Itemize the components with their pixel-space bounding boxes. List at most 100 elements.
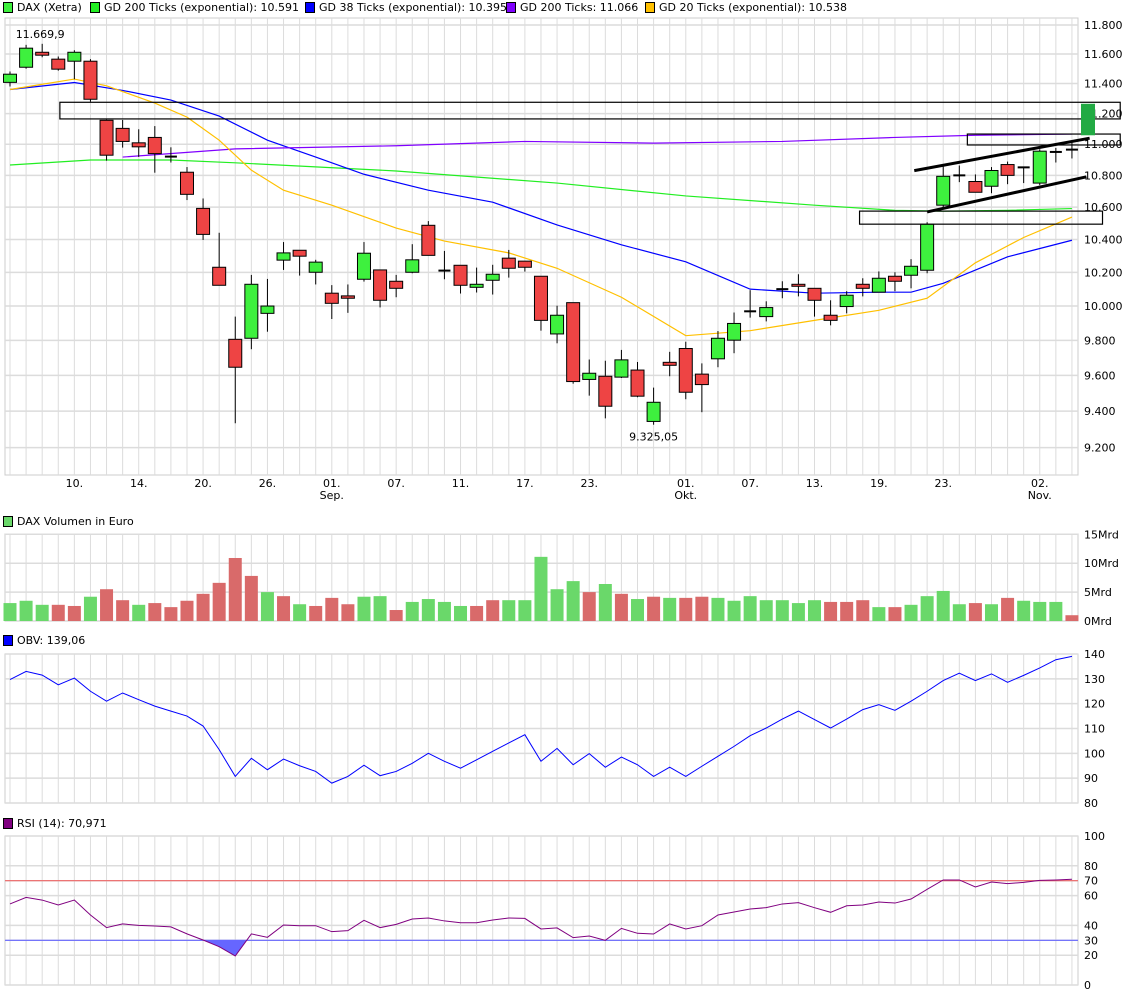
volume-bar bbox=[1033, 601, 1047, 621]
candle-body bbox=[936, 175, 951, 206]
date-axis-label: 20. bbox=[194, 477, 212, 490]
volume-bar bbox=[1065, 615, 1079, 621]
obv-axis-label: 130 bbox=[1084, 673, 1105, 686]
volume-bar bbox=[808, 600, 821, 621]
volume-bar bbox=[421, 599, 435, 621]
candle-body bbox=[35, 51, 50, 56]
candle-body bbox=[340, 295, 355, 299]
month-axis-label: Okt. bbox=[674, 489, 697, 502]
price-axis-label: 11.400 bbox=[1084, 78, 1123, 91]
candle-body bbox=[791, 283, 806, 287]
candle-body bbox=[67, 51, 82, 62]
date-axis-label: 23. bbox=[580, 477, 598, 490]
candle-body bbox=[582, 372, 597, 380]
candle bbox=[244, 274, 259, 350]
volume-bar bbox=[598, 584, 612, 621]
candle-body bbox=[694, 373, 709, 386]
candle bbox=[99, 119, 114, 161]
candle bbox=[19, 44, 34, 69]
obv-axis-label: 140 bbox=[1084, 648, 1105, 661]
price-axis-label: 11.800 bbox=[1084, 19, 1123, 32]
rsi-axis-label: 30 bbox=[1084, 934, 1098, 947]
volume-bar bbox=[51, 604, 65, 621]
volume-bar bbox=[244, 575, 258, 621]
volume-bar bbox=[631, 599, 645, 621]
candle-body bbox=[469, 283, 484, 288]
candle bbox=[83, 59, 98, 102]
volume-bar bbox=[534, 556, 548, 621]
volume-bar bbox=[759, 600, 773, 621]
candle-body bbox=[904, 265, 919, 276]
candle bbox=[678, 341, 693, 400]
volume-bar bbox=[727, 600, 741, 621]
volume-bar bbox=[968, 603, 982, 621]
volume-bar bbox=[1049, 601, 1063, 621]
candle-body bbox=[196, 207, 211, 235]
volume-bar bbox=[309, 605, 323, 621]
volume-bar bbox=[743, 596, 757, 621]
volume-bar bbox=[100, 589, 114, 621]
candle-body bbox=[807, 287, 822, 301]
volume-bar bbox=[293, 604, 307, 621]
volume-bar bbox=[405, 601, 419, 621]
candle-body bbox=[292, 249, 307, 257]
volume-bar bbox=[357, 596, 371, 621]
volume-bar bbox=[679, 597, 693, 621]
volume-bar bbox=[518, 600, 532, 621]
volume-axis-label: 15Mrd bbox=[1084, 528, 1119, 541]
volume-bar bbox=[952, 604, 966, 621]
volume-bar bbox=[888, 607, 902, 621]
price-axis-label: 11.600 bbox=[1084, 48, 1123, 61]
date-axis-label: 14. bbox=[130, 477, 148, 490]
candle-body bbox=[630, 369, 645, 397]
candle-body bbox=[710, 337, 725, 360]
volume-bar bbox=[67, 605, 81, 621]
rsi-axis-label: 80 bbox=[1084, 860, 1098, 873]
date-axis-label: 17. bbox=[516, 477, 534, 490]
volume-bar bbox=[872, 607, 886, 621]
volume-bar bbox=[83, 596, 97, 621]
candle-body bbox=[678, 348, 693, 393]
volume-bar bbox=[824, 601, 838, 621]
volume-bar bbox=[550, 589, 564, 621]
date-axis-label: 10. bbox=[66, 477, 84, 490]
price-axis-label: 9.200 bbox=[1084, 442, 1116, 455]
volume-bar bbox=[277, 596, 291, 621]
rsi-axis-label: 60 bbox=[1084, 890, 1098, 903]
volume-axis-label: 10Mrd bbox=[1084, 557, 1119, 570]
candle-body bbox=[920, 223, 935, 271]
high-price-label: 11.669,9 bbox=[16, 28, 65, 41]
volume-bar bbox=[486, 600, 500, 621]
volume-bar bbox=[132, 604, 146, 621]
volume-bar bbox=[711, 597, 725, 621]
candle-body bbox=[179, 171, 194, 195]
candle-body bbox=[855, 283, 870, 289]
candle-body bbox=[727, 322, 742, 341]
date-axis-label: 19. bbox=[870, 477, 888, 490]
candle-body bbox=[566, 302, 581, 383]
rsi-axis-label: 40 bbox=[1084, 919, 1098, 932]
candle-body bbox=[1032, 150, 1047, 184]
candle bbox=[421, 221, 436, 256]
candle-body bbox=[887, 275, 902, 282]
date-axis-label: 23. bbox=[934, 477, 952, 490]
volume-bar bbox=[647, 596, 661, 621]
volume-bar bbox=[663, 597, 677, 621]
volume-bar bbox=[775, 600, 789, 621]
candle-body bbox=[871, 277, 886, 293]
candle-body bbox=[485, 273, 500, 281]
candle-body bbox=[614, 359, 629, 378]
volume-bar bbox=[856, 600, 870, 621]
volume-bar bbox=[341, 604, 355, 621]
volume-bar bbox=[984, 604, 998, 621]
month-axis-label: Sep. bbox=[320, 489, 344, 502]
volume-bar bbox=[196, 593, 210, 621]
candle-body bbox=[405, 259, 420, 273]
candle-body bbox=[839, 294, 854, 308]
volume-bar bbox=[791, 603, 805, 621]
volume-bar bbox=[695, 596, 709, 621]
candle-body bbox=[228, 338, 243, 368]
volume-bar bbox=[437, 601, 451, 621]
price-axis-label: 10.200 bbox=[1084, 266, 1123, 279]
low-price-label: 9.325,05 bbox=[629, 431, 678, 444]
